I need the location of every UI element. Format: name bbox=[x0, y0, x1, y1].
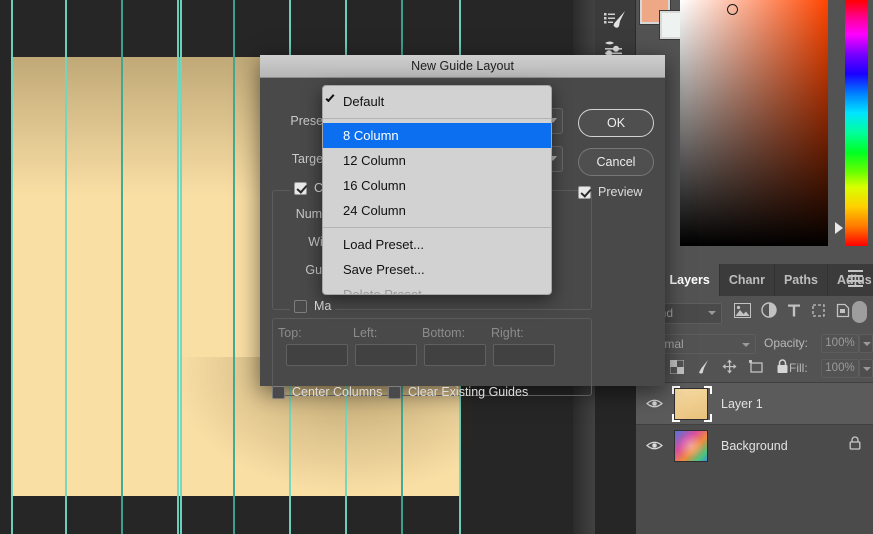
preview-label: Preview bbox=[598, 185, 643, 199]
menu-separator bbox=[323, 227, 551, 228]
tab-paths[interactable]: Paths bbox=[774, 264, 828, 296]
menu-item-label: Default bbox=[343, 94, 385, 109]
menu-item-8-column[interactable]: 8 Column bbox=[323, 123, 551, 148]
checkmark-icon bbox=[325, 92, 335, 103]
layer-thumbnail[interactable] bbox=[672, 385, 712, 422]
guide-line[interactable] bbox=[121, 0, 123, 534]
lock-row: Fill: 100% bbox=[636, 357, 873, 382]
opacity-label: Opacity: bbox=[764, 336, 809, 350]
preview-checkbox[interactable]: Preview bbox=[578, 185, 642, 199]
margin-checkbox[interactable]: Ma bbox=[290, 299, 336, 313]
checkbox-box bbox=[388, 385, 401, 399]
right-label: Right: bbox=[491, 326, 524, 340]
target-label: Target: bbox=[291, 152, 330, 166]
checkbox-box bbox=[578, 185, 591, 199]
menu-item-label: Delete Preset... bbox=[343, 287, 433, 295]
fill-stepper[interactable] bbox=[859, 359, 873, 378]
tab-chanr[interactable]: Chanr bbox=[719, 264, 775, 296]
bottom-label: Bottom: bbox=[422, 326, 466, 340]
layer-filter-row: Kind bbox=[618, 296, 873, 332]
filter-enable-toggle[interactable] bbox=[852, 301, 867, 323]
chevron-down-icon bbox=[708, 311, 716, 315]
menu-item-24-column[interactable]: 24 Column bbox=[323, 198, 551, 223]
guide-line[interactable] bbox=[11, 0, 13, 534]
layer-thumbnail[interactable] bbox=[672, 428, 712, 464]
hue-slider-handle[interactable] bbox=[835, 222, 843, 234]
layer-row[interactable]: Background bbox=[636, 424, 873, 466]
color-picker-marker[interactable] bbox=[727, 4, 738, 15]
guide-line[interactable] bbox=[177, 0, 179, 534]
preset-label: Preset: bbox=[290, 114, 330, 128]
tab-layers[interactable]: Layers bbox=[660, 264, 720, 296]
fill-input[interactable]: 100% bbox=[821, 359, 859, 378]
center-columns-label: Center Columns bbox=[292, 385, 383, 399]
menu-separator bbox=[323, 118, 551, 119]
saturation-value-field[interactable] bbox=[680, 0, 828, 246]
filter-icon-group bbox=[734, 302, 850, 318]
menu-item-label: Load Preset... bbox=[343, 237, 424, 252]
lock-icon-group bbox=[669, 359, 789, 379]
pixel-filter-icon[interactable] bbox=[734, 302, 751, 318]
layer-name: Layer 1 bbox=[721, 396, 763, 411]
menu-item-delete-preset: Delete Preset... bbox=[323, 282, 551, 295]
margin-right-input[interactable] bbox=[493, 344, 555, 366]
menu-item-load-preset[interactable]: Load Preset... bbox=[323, 232, 551, 257]
smart-object-filter-icon[interactable] bbox=[836, 303, 850, 318]
margin-bottom-input[interactable] bbox=[424, 344, 486, 366]
type-filter-icon[interactable] bbox=[787, 303, 801, 318]
shape-filter-icon[interactable] bbox=[811, 303, 826, 318]
eye-icon[interactable] bbox=[636, 440, 672, 451]
layer-list: Layer 1 Background bbox=[636, 382, 873, 466]
opacity-stepper[interactable] bbox=[859, 334, 873, 353]
checkbox-box bbox=[294, 181, 307, 195]
menu-item-save-preset[interactable]: Save Preset... bbox=[323, 257, 551, 282]
guide-line[interactable] bbox=[180, 0, 182, 534]
layers-panel: orLayersChanrPathsAdjus Kind bbox=[614, 264, 873, 534]
layer-name: Background bbox=[721, 438, 788, 453]
blend-mode-row: Normal Opacity: 100% bbox=[614, 332, 873, 357]
hue-slider-strip[interactable] bbox=[845, 0, 868, 246]
center-columns-checkbox[interactable]: Center Columns bbox=[272, 385, 382, 399]
brush-presets-icon[interactable] bbox=[601, 8, 630, 34]
chevron-down-icon bbox=[742, 343, 750, 347]
menu-item-12-column[interactable]: 12 Column bbox=[323, 148, 551, 173]
eye-icon[interactable] bbox=[636, 398, 672, 409]
panel-menu-button[interactable] bbox=[842, 264, 869, 296]
menu-item-label: 16 Column bbox=[343, 178, 406, 193]
checkbox-box bbox=[272, 385, 285, 399]
margin-label: Ma bbox=[314, 299, 332, 313]
lock-artboard-icon[interactable] bbox=[749, 359, 764, 379]
menu-item-label: 24 Column bbox=[343, 203, 406, 218]
fill-label: Fill: bbox=[789, 361, 808, 375]
guide-line[interactable] bbox=[65, 0, 67, 534]
lock-all-icon[interactable] bbox=[776, 359, 789, 379]
adjustment-filter-icon[interactable] bbox=[761, 302, 777, 318]
hamburger-menu-icon[interactable] bbox=[848, 270, 863, 290]
clear-existing-guides-checkbox[interactable]: Clear Existing Guides bbox=[388, 385, 528, 399]
left-label: Left: bbox=[353, 326, 378, 340]
lock-transparent-pixels-icon[interactable] bbox=[669, 359, 685, 379]
layer-row[interactable]: Layer 1 bbox=[636, 382, 873, 424]
lock-position-icon[interactable] bbox=[722, 359, 737, 379]
guide-line[interactable] bbox=[233, 0, 235, 534]
dialog-title: New Guide Layout bbox=[260, 55, 665, 78]
photoshop-window: orLayersChanrPathsAdjus Kind bbox=[0, 0, 873, 534]
menu-item-label: Save Preset... bbox=[343, 262, 425, 277]
preset-dropdown-menu[interactable]: Default 8 Column 12 Column 16 Column 24 Colu… bbox=[322, 85, 552, 295]
margin-top-input[interactable] bbox=[286, 344, 348, 366]
menu-item-default[interactable]: Default bbox=[323, 89, 551, 114]
menu-item-label: 8 Column bbox=[343, 128, 399, 143]
menu-item-label: 12 Column bbox=[343, 153, 406, 168]
ok-button[interactable]: OK bbox=[578, 109, 654, 137]
lock-image-pixels-icon[interactable] bbox=[696, 359, 710, 379]
menu-item-16-column[interactable]: 16 Column bbox=[323, 173, 551, 198]
clear-existing-guides-label: Clear Existing Guides bbox=[408, 385, 529, 399]
opacity-input[interactable]: 100% bbox=[821, 334, 859, 353]
cancel-button[interactable]: Cancel bbox=[578, 148, 654, 176]
panel-tab-bar: orLayersChanrPathsAdjus bbox=[636, 264, 873, 296]
checkbox-box bbox=[294, 299, 307, 313]
lock-icon[interactable] bbox=[849, 436, 861, 455]
margin-left-input[interactable] bbox=[355, 344, 417, 366]
top-label: Top: bbox=[278, 326, 302, 340]
